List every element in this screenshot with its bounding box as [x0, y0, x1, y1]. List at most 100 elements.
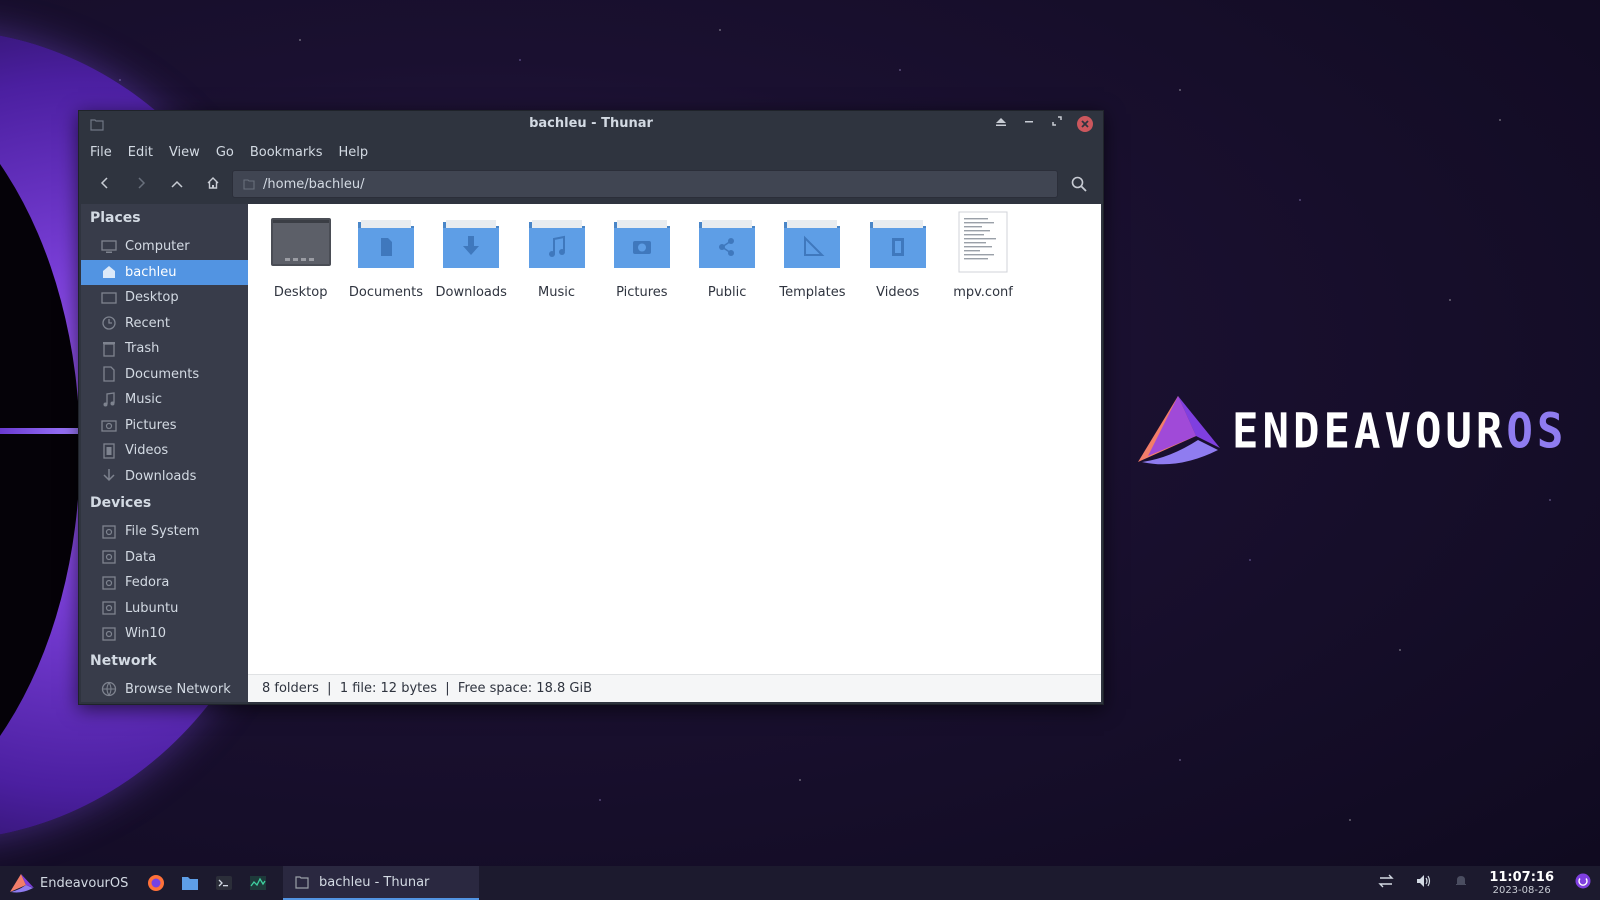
- sidebar-item-label: Computer: [125, 239, 190, 255]
- shade-button[interactable]: [993, 116, 1009, 132]
- sidebar-item-file-system[interactable]: File System: [81, 519, 248, 545]
- endeavouros-logo: ENDEAVOUROS: [1138, 396, 1567, 466]
- system-tray: 11:07:16 2023-08-26: [1377, 866, 1592, 900]
- endeavouros-icon: [10, 874, 34, 893]
- clock[interactable]: 11:07:16 2023-08-26: [1489, 870, 1554, 896]
- sidebar-item-videos[interactable]: Videos: [81, 438, 248, 464]
- file-view[interactable]: Desktop Documents Downloads Music Pictur…: [248, 204, 1101, 702]
- power-icon: [1575, 873, 1591, 889]
- sidebar-item-label: Lubuntu: [125, 600, 179, 616]
- file-name: Documents: [348, 285, 423, 300]
- network-icon: [101, 681, 117, 697]
- taskbar-task-thunar[interactable]: bachleu - Thunar: [283, 866, 479, 900]
- file-item-downloads[interactable]: Downloads: [429, 210, 514, 300]
- file-item-templates[interactable]: Templates: [770, 210, 855, 300]
- clock-time: 11:07:16: [1489, 870, 1554, 885]
- videos-icon: [101, 443, 117, 459]
- downloads-icon: [101, 468, 117, 484]
- sidebar-item-label: Data: [125, 549, 157, 565]
- sidebar-item-bachleu[interactable]: bachleu: [81, 259, 248, 285]
- drive-icon: [101, 524, 117, 540]
- launcher-file-manager[interactable]: [177, 870, 203, 896]
- menu-view[interactable]: View: [169, 145, 200, 160]
- file-item-music[interactable]: Music: [514, 210, 599, 300]
- file-item-public[interactable]: Public: [684, 210, 769, 300]
- file-name: Videos: [876, 285, 920, 300]
- firefox-icon: [148, 875, 164, 891]
- launcher-firefox[interactable]: [143, 870, 169, 896]
- session-button[interactable]: [1574, 872, 1592, 894]
- location-path: /home/bachleu/: [263, 176, 365, 192]
- sidebar-item-pictures[interactable]: Pictures: [81, 413, 248, 439]
- start-menu-button[interactable]: EndeavourOS: [0, 873, 135, 893]
- devices-heading: Devices: [90, 495, 152, 511]
- notifications-button[interactable]: [1453, 873, 1469, 893]
- toolbar: /home/bachleu/: [79, 166, 1103, 204]
- text-file-icon: [958, 211, 1008, 273]
- search-button[interactable]: [1069, 174, 1089, 194]
- terminal-icon: [216, 876, 232, 890]
- sidebar-item-music[interactable]: Music: [81, 387, 248, 413]
- sidebar-item-browse-network[interactable]: Browse Network: [81, 677, 248, 703]
- logo-wordmark: ENDEAVOUROS: [1232, 402, 1568, 460]
- sidebar-item-trash[interactable]: Trash: [81, 336, 248, 362]
- pictures-icon: [101, 417, 117, 433]
- menu-bookmarks[interactable]: Bookmarks: [250, 145, 323, 160]
- sidebar-item-data[interactable]: Data: [81, 545, 248, 571]
- maximize-button[interactable]: [1049, 116, 1065, 132]
- sidebar-item-label: Browse Network: [125, 681, 231, 697]
- parent-folder-button[interactable]: [165, 173, 189, 197]
- window-title: bachleu - Thunar: [529, 116, 653, 131]
- file-name: Templates: [779, 285, 846, 300]
- forward-button[interactable]: [129, 173, 153, 197]
- sidebar-item-computer[interactable]: Computer: [81, 234, 248, 260]
- status-bar: 8 folders | 1 file: 12 bytes | Free spac…: [248, 674, 1101, 702]
- sidebar-item-label: Downloads: [125, 468, 197, 484]
- sidebar-item-win10[interactable]: Win10: [81, 621, 248, 647]
- sidebar-item-lubuntu[interactable]: Lubuntu: [81, 596, 248, 622]
- sidebar-item-recent[interactable]: Recent: [81, 311, 248, 337]
- status-text: 8 folders | 1 file: 12 bytes | Free spac…: [262, 681, 592, 696]
- home-button[interactable]: [201, 173, 225, 197]
- menu-file[interactable]: File: [90, 145, 112, 160]
- file-item-videos[interactable]: Videos: [855, 210, 940, 300]
- launcher-system-monitor[interactable]: [245, 870, 271, 896]
- file-item-mpv-conf[interactable]: mpv.conf: [940, 210, 1025, 300]
- sidebar-item-documents[interactable]: Documents: [81, 362, 248, 388]
- file-item-pictures[interactable]: Pictures: [599, 210, 684, 300]
- launcher-terminal[interactable]: [211, 870, 237, 896]
- file-item-desktop[interactable]: Desktop: [258, 210, 343, 300]
- sidebar-item-desktop[interactable]: Desktop: [81, 285, 248, 311]
- file-name: Music: [538, 285, 576, 300]
- window-controls: [993, 116, 1093, 132]
- sidebar-item-fedora[interactable]: Fedora: [81, 570, 248, 596]
- volume-button[interactable]: [1415, 873, 1433, 893]
- light-beam: [0, 428, 78, 434]
- folder-location-icon: [243, 179, 255, 190]
- drive-icon: [101, 549, 117, 565]
- location-bar[interactable]: /home/bachleu/: [232, 170, 1058, 198]
- templates-folder-icon: [784, 220, 841, 268]
- places-heading: Places: [90, 210, 141, 226]
- titlebar[interactable]: bachleu - Thunar: [79, 111, 1103, 138]
- home-icon: [207, 177, 219, 189]
- sidebar-item-downloads[interactable]: Downloads: [81, 464, 248, 490]
- sidebar-item-label: Win10: [125, 626, 166, 642]
- thunar-window: bachleu - Thunar File Edit View Go Bookm…: [78, 110, 1104, 705]
- menu-edit[interactable]: Edit: [128, 145, 153, 160]
- menu-help[interactable]: Help: [338, 145, 368, 160]
- network-tray-button[interactable]: [1377, 873, 1395, 893]
- start-label: EndeavourOS: [40, 875, 129, 891]
- taskbar: EndeavourOS bachleu - Thunar 11:07:16 20…: [0, 866, 1600, 900]
- drive-icon: [101, 575, 117, 591]
- folder-icon: [295, 876, 309, 889]
- file-name: mpv.conf: [953, 285, 1013, 300]
- music-folder-icon: [528, 220, 585, 268]
- desktop-folder-icon: [270, 218, 331, 266]
- folder-icon: [182, 877, 198, 890]
- file-item-documents[interactable]: Documents: [343, 210, 428, 300]
- minimize-button[interactable]: [1021, 116, 1037, 132]
- back-button[interactable]: [93, 173, 117, 197]
- close-button[interactable]: [1077, 116, 1093, 132]
- menu-go[interactable]: Go: [216, 145, 234, 160]
